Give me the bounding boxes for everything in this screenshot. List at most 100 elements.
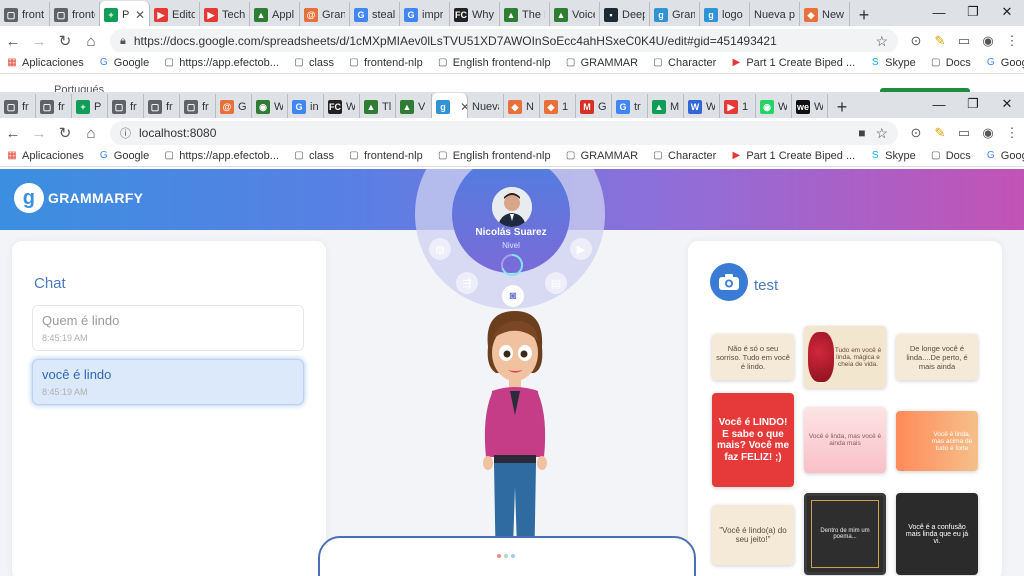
browser-tab[interactable]: Gstealt: [350, 2, 400, 28]
browser-tab[interactable]: @ Gran: [300, 2, 350, 28]
star-icon[interactable]: ☆: [875, 125, 888, 142]
browser-tab[interactable]: ▲ The L: [500, 2, 550, 28]
browser-tab[interactable]: ▲ Voice: [550, 2, 600, 28]
active-browser-tab[interactable]: g✕: [432, 93, 468, 120]
close-icon[interactable]: ✕: [990, 92, 1024, 116]
restore-icon[interactable]: ❐: [956, 92, 990, 116]
avatar[interactable]: [492, 187, 532, 227]
bookmark-item[interactable]: S Skype: [869, 150, 916, 162]
back-icon[interactable]: ←: [0, 33, 26, 50]
browser-tab[interactable]: ◆ 1: [540, 94, 576, 120]
bookmark-item[interactable]: ▦ Aplicaciones: [6, 57, 84, 69]
browser-tab[interactable]: g Gram: [650, 2, 700, 28]
browser-tab[interactable]: ▶ Techr: [200, 2, 250, 28]
browser-tab[interactable]: ▢ fr: [0, 94, 36, 120]
brand-logo[interactable]: g GRAMMARFY: [14, 183, 143, 213]
bookmark-item[interactable]: G Google: [98, 150, 149, 162]
cast-icon[interactable]: ▭: [952, 33, 976, 49]
camera-wheel-icon[interactable]: ◙: [502, 285, 524, 307]
quote-card[interactable]: Você é linda, mas acima de tudo é forte: [896, 411, 978, 471]
browser-tab[interactable]: + P: [72, 94, 108, 120]
forward-icon[interactable]: →: [26, 125, 52, 142]
bookmark-item[interactable]: ▢ class: [293, 57, 334, 69]
browser-tab[interactable]: @ G: [216, 94, 252, 120]
reload-icon[interactable]: ↻: [52, 124, 78, 142]
quote-card[interactable]: "Você é lindo(a) do seu jeito!": [712, 505, 794, 565]
tab-close-icon[interactable]: ✕: [460, 100, 467, 114]
browser-tab[interactable]: ▢ fr: [180, 94, 216, 120]
bookmark-item[interactable]: ▢ frontend-nlp: [348, 150, 422, 162]
bookmark-item[interactable]: ▢ class: [293, 150, 334, 162]
speech-input-box[interactable]: [318, 536, 696, 576]
bookmark-item[interactable]: ▢ Character: [652, 57, 716, 69]
active-browser-tab[interactable]: + P ✕: [100, 1, 150, 28]
browser-tab[interactable]: Gimpr: [400, 2, 450, 28]
bookmark-item[interactable]: ▢ English frontend-nlp: [437, 57, 551, 69]
quote-card[interactable]: Não é só o seu sorriso. Tudo em você é l…: [712, 334, 794, 380]
browser-tab[interactable]: ▲ Appl: [250, 2, 300, 28]
reload-icon[interactable]: ↻: [52, 32, 78, 50]
bookmark-item[interactable]: ▢ https://app.efectob...: [163, 57, 279, 69]
browser-tab[interactable]: FC Why: [450, 2, 500, 28]
home-icon[interactable]: ⌂: [78, 33, 104, 50]
browser-tab[interactable]: MG: [576, 94, 612, 120]
inner-address-bar[interactable]: ⓘ localhost:8080 ■ ☆: [110, 121, 898, 145]
menu-icon[interactable]: ⋮: [1000, 33, 1024, 49]
browser-tab[interactable]: ◆ N: [504, 94, 540, 120]
browser-tab[interactable]: we W: [792, 94, 828, 120]
bookmark-item[interactable]: ▢ English frontend-nlp: [437, 150, 551, 162]
bookmark-item[interactable]: ▢ frontend-nlp: [348, 57, 422, 69]
bookmark-item[interactable]: G Google: [98, 57, 149, 69]
minimize-icon[interactable]: —: [922, 0, 956, 24]
globe-icon[interactable]: ◍: [429, 238, 451, 260]
browser-tab[interactable]: Gin: [288, 94, 324, 120]
camera-icon[interactable]: [710, 263, 748, 301]
stats-icon[interactable]: ⇶: [456, 272, 478, 294]
profile-avatar-icon[interactable]: ◉: [976, 33, 1000, 49]
camera-indicator-icon[interactable]: ■: [858, 126, 865, 140]
menu-icon[interactable]: ⋮: [1000, 125, 1024, 141]
chat-message[interactable]: Quem é lindo 8:45:19 AM: [32, 305, 304, 351]
browser-tab[interactable]: ▶ Edito: [150, 2, 200, 28]
browser-tab[interactable]: ◉W: [756, 94, 792, 120]
chat-message-selected[interactable]: você é lindo 8:45:19 AM: [32, 359, 304, 405]
browser-tab[interactable]: FC W: [324, 94, 360, 120]
bookmark-item[interactable]: G Google: [985, 150, 1024, 162]
browser-tab[interactable]: ◉W: [252, 94, 288, 120]
browser-tab[interactable]: g logo: [700, 2, 750, 28]
browser-tab[interactable]: ▲ M: [648, 94, 684, 120]
bookmark-item[interactable]: S Skype: [869, 57, 916, 69]
tab-close-icon[interactable]: ✕: [135, 8, 145, 22]
browser-tab[interactable]: ▢ fronte: [50, 2, 100, 28]
bookmark-item[interactable]: ▶ Part 1 Create Biped ...: [730, 57, 855, 69]
forward-icon[interactable]: →: [26, 33, 52, 50]
bookmark-item[interactable]: ▦ Aplicaciones: [6, 150, 84, 162]
quote-card[interactable]: De longe você é linda....De perto, é mai…: [896, 334, 978, 380]
browser-tab[interactable]: Nueva p: [750, 2, 800, 28]
outer-address-bar[interactable]: 🔒︎ https://docs.google.com/spreadsheets/…: [110, 29, 898, 53]
browser-tab[interactable]: WW: [684, 94, 720, 120]
browser-tab[interactable]: ▶ 1: [720, 94, 756, 120]
extension-icon[interactable]: ⊙: [904, 33, 928, 49]
close-icon[interactable]: ✕: [990, 0, 1024, 24]
extension-icon[interactable]: ⊙: [904, 125, 928, 141]
play-icon[interactable]: ▶: [570, 238, 592, 260]
browser-tab[interactable]: ▲ Tl: [360, 94, 396, 120]
pencil-icon[interactable]: ✎: [928, 125, 952, 141]
bookmark-item[interactable]: ▢ GRAMMAR: [565, 150, 638, 162]
document-icon[interactable]: ▤: [545, 272, 567, 294]
bookmark-item[interactable]: ▢ Docs: [930, 57, 971, 69]
bookmark-item[interactable]: ▢ Character: [652, 150, 716, 162]
bookmark-item[interactable]: G Google: [985, 57, 1024, 69]
browser-tab[interactable]: ▢ front: [0, 2, 50, 28]
cast-icon[interactable]: ▭: [952, 125, 976, 141]
minimize-icon[interactable]: —: [922, 92, 956, 116]
browser-tab[interactable]: ▪ Deep: [600, 2, 650, 28]
new-tab-icon[interactable]: +: [828, 94, 856, 120]
bookmark-item[interactable]: ▶ Part 1 Create Biped ...: [730, 150, 855, 162]
quote-card[interactable]: Você é linda, mas você é ainda mais: [804, 407, 886, 473]
quote-card[interactable]: Tudo em você é linda, mágica e cheia de …: [804, 326, 886, 388]
new-tab-icon[interactable]: +: [850, 2, 878, 28]
bookmark-item[interactable]: ▢ GRAMMAR: [565, 57, 638, 69]
bookmark-item[interactable]: ▢ Docs: [930, 150, 971, 162]
